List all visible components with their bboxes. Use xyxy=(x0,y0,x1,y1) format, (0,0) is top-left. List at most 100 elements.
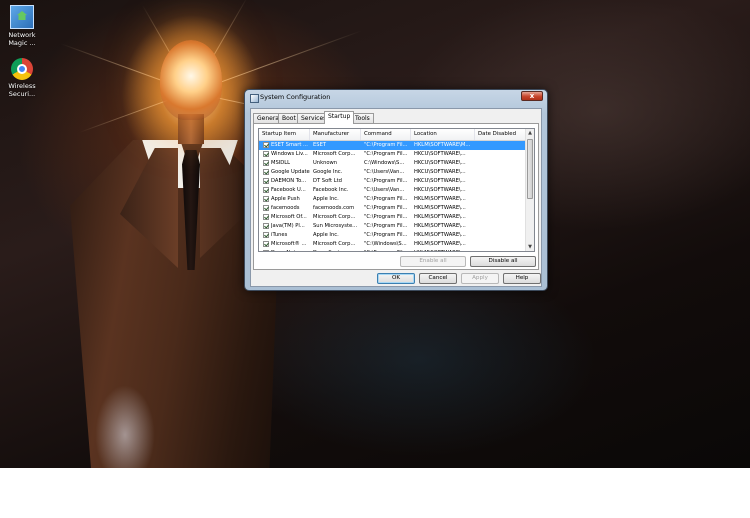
cell-location: HKLM\SOFTWARE\... xyxy=(414,196,466,202)
cell-location: HKCU\SOFTWARE\... xyxy=(414,151,466,157)
ok-button[interactable]: OK xyxy=(377,273,415,284)
table-row[interactable]: iTunes Apple Inc. "C:\Program Fil... HKLM\S… xyxy=(259,231,526,240)
dialog-client-area: General Boot Services Startup Tools Star… xyxy=(250,108,542,287)
row-checkbox[interactable] xyxy=(263,214,269,220)
row-checkbox[interactable] xyxy=(263,178,269,184)
startup-tab-panel: Startup Item Manufacturer Command Locati… xyxy=(253,123,539,270)
row-checkbox[interactable] xyxy=(263,151,269,157)
cell-date-disabled xyxy=(478,213,526,222)
cell-date-disabled xyxy=(478,240,526,249)
cell-item: Microsoft Of... xyxy=(271,214,307,220)
cell-location: HKCU\SOFTWARE\... xyxy=(414,160,466,166)
table-row[interactable]: Windows Liv... Microsoft Corp... "C:\Progr… xyxy=(259,150,526,159)
cell-item: facemoods xyxy=(271,205,300,211)
cell-item: Facebook U... xyxy=(271,187,306,193)
cell-item: MSIDLL xyxy=(271,160,291,166)
enable-all-button[interactable]: Enable all xyxy=(400,256,466,267)
row-checkbox[interactable] xyxy=(263,232,269,238)
table-row[interactable]: facemoods facemoods.com "C:\Program Fil...… xyxy=(259,204,526,213)
startup-items-list[interactable]: Startup Item Manufacturer Command Locati… xyxy=(258,128,535,252)
cell-manufacturer: ESET xyxy=(313,142,327,148)
cell-item: Dune Netwo... xyxy=(271,249,311,251)
row-checkbox[interactable] xyxy=(263,187,269,193)
close-button[interactable]: x xyxy=(521,91,543,101)
cell-manufacturer: Sun Microsyste... xyxy=(313,223,358,229)
column-header-command[interactable]: Command xyxy=(361,129,411,140)
cell-item: iTunes xyxy=(271,232,288,238)
row-checkbox[interactable] xyxy=(263,142,269,148)
row-checkbox[interactable] xyxy=(263,223,269,229)
cell-command: "C:\Program Fil... xyxy=(364,214,408,220)
cell-date-disabled xyxy=(478,204,526,213)
cell-date-disabled xyxy=(478,249,526,251)
apply-button[interactable]: Apply xyxy=(461,273,499,284)
row-checkbox[interactable] xyxy=(263,169,269,175)
cell-location: HKLM\SOFTWARE\... xyxy=(414,223,466,229)
table-row[interactable]: MSIDLL Unknown C:\Windows\S... HKCU\SOFTWAR… xyxy=(259,159,526,168)
cell-location: HKLM\SOFTWARE\M... xyxy=(414,142,471,148)
table-row[interactable]: Microsoft® ... Microsoft Corp... "C:\Windo… xyxy=(259,240,526,249)
cell-item: Apple Push xyxy=(271,196,300,202)
disable-all-button[interactable]: Disable all xyxy=(470,256,536,267)
smoke-wisp xyxy=(95,385,155,468)
cell-command: C:\Windows\S... xyxy=(364,160,405,166)
cell-location: HKLM\SOFTWARE\... xyxy=(414,205,466,211)
cell-date-disabled xyxy=(478,222,526,231)
cell-command: "C:\Program Fil... xyxy=(364,178,408,184)
column-header-date-disabled[interactable]: Date Disabled xyxy=(475,129,526,140)
system-configuration-dialog: System Configuration x General Boot Serv… xyxy=(244,89,548,291)
cell-manufacturer: Unknown xyxy=(313,160,338,166)
table-row[interactable]: Google Update Google Inc. "C:\Users\Van...… xyxy=(259,168,526,177)
chrome-icon xyxy=(11,58,33,80)
table-row[interactable]: ESET Smart ... ESET "C:\Program Fil... HKLM… xyxy=(259,141,526,150)
vertical-scrollbar[interactable]: ▲ ▼ xyxy=(525,129,534,251)
scroll-up-arrow-icon[interactable]: ▲ xyxy=(526,129,534,137)
cell-location: HKLM\SOFTWARE\... xyxy=(414,214,466,220)
cell-item: DAEMON To... xyxy=(271,178,307,184)
cancel-button[interactable]: Cancel xyxy=(419,273,457,284)
cell-date-disabled xyxy=(478,231,526,240)
cell-command: "C:\Program Fil... xyxy=(364,151,408,157)
cell-command: "C:\Program Fil... xyxy=(364,142,408,148)
cell-date-disabled xyxy=(478,177,526,186)
tab-tools[interactable]: Tools xyxy=(351,113,374,123)
row-checkbox[interactable] xyxy=(263,196,269,202)
cell-item: Google Update xyxy=(271,169,310,175)
table-row[interactable]: DAEMON To... DT Soft Ltd "C:\Program Fil..… xyxy=(259,177,526,186)
cell-date-disabled xyxy=(478,159,526,168)
cell-manufacturer: facemoods.com xyxy=(313,205,355,211)
table-row[interactable]: Apple Push Apple Inc. "C:\Program Fil... HK… xyxy=(259,195,526,204)
cell-manufacturer: Google Inc. xyxy=(313,169,343,175)
cell-manufacturer: Facebook Inc. xyxy=(313,187,349,193)
help-button[interactable]: Help xyxy=(503,273,541,284)
network-magic-icon xyxy=(10,5,34,29)
table-row[interactable]: Java(TM) Pl... Sun Microsyste... "C:\Progr… xyxy=(259,222,526,231)
cell-manufacturer: Apple Inc. xyxy=(313,196,339,202)
cell-date-disabled xyxy=(478,150,526,159)
cell-location: HKLM\SOFTWARE\... xyxy=(414,232,466,238)
cell-manufacturer: Microsoft Corp... xyxy=(313,214,356,220)
tab-startup[interactable]: Startup xyxy=(324,111,355,124)
desktop-shortcut-wireless-security[interactable]: Wireless Securi... xyxy=(4,58,40,98)
list-rows: ESET Smart ... ESET "C:\Program Fil... HKLM… xyxy=(259,141,526,251)
dialog-titlebar[interactable]: System Configuration x xyxy=(245,90,547,105)
cell-manufacturer: Dune Systems... xyxy=(313,249,363,251)
row-checkbox[interactable] xyxy=(263,205,269,211)
cell-manufacturer: Apple Inc. xyxy=(313,232,339,238)
table-row[interactable]: Microsoft Of... Microsoft Corp... "C:\Prog… xyxy=(259,213,526,222)
desktop-shortcut-label: Network Magic ... xyxy=(8,31,36,47)
table-row[interactable]: Facebook U... Facebook Inc. "C:\Users\Van.… xyxy=(259,186,526,195)
column-header-manufacturer[interactable]: Manufacturer xyxy=(310,129,361,140)
row-checkbox[interactable] xyxy=(263,160,269,166)
cell-manufacturer: Microsoft Corp... xyxy=(313,151,356,157)
column-header-startup-item[interactable]: Startup Item xyxy=(259,129,310,140)
column-header-location[interactable]: Location xyxy=(411,129,475,140)
table-row[interactable]: Dune Netwo...Dune Systems..."C:\Program … xyxy=(259,249,526,251)
row-checkbox[interactable] xyxy=(263,250,269,251)
row-checkbox[interactable] xyxy=(263,241,269,247)
scrollbar-thumb[interactable] xyxy=(527,139,533,199)
desktop-shortcut-network-magic[interactable]: Network Magic ... xyxy=(4,5,40,47)
msconfig-icon xyxy=(250,94,259,103)
cell-command: "C:\Windows\S... xyxy=(364,241,407,247)
scroll-down-arrow-icon[interactable]: ▼ xyxy=(526,243,534,251)
